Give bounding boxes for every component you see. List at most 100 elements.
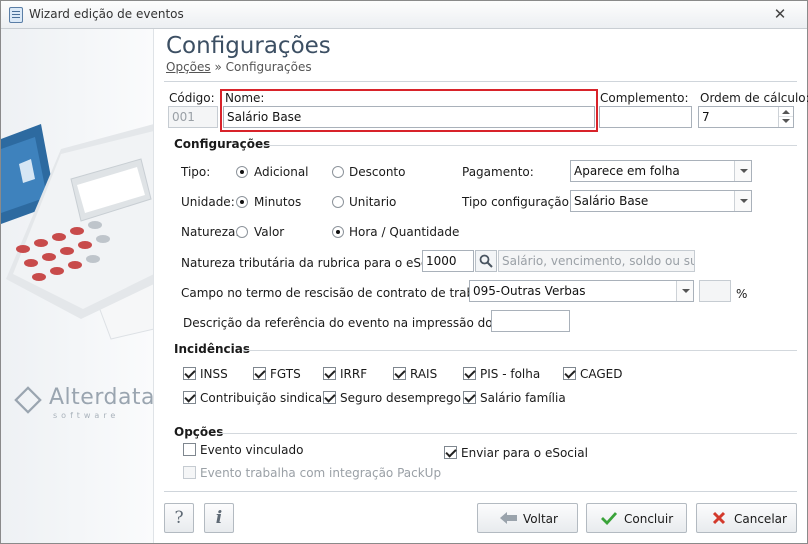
tipo-desconto-label: Desconto (349, 165, 406, 179)
breadcrumb-current: Configurações (225, 60, 312, 74)
spin-down-icon[interactable] (779, 117, 793, 127)
complemento-input[interactable] (599, 106, 692, 128)
salario-familia-label: Salário família (480, 391, 566, 405)
brand-mark-icon (14, 386, 42, 414)
rais-label: RAIS (410, 367, 438, 381)
section-opcoes-line (220, 433, 797, 434)
section-incidencias-line (242, 350, 797, 351)
breadcrumb-link-opcoes[interactable]: Opções (166, 60, 211, 74)
concluir-button[interactable]: Concluir (586, 503, 687, 533)
tipo-desconto-radio[interactable] (332, 166, 344, 178)
tipo-config-value: Salário Base (574, 194, 649, 208)
main-content: Configurações Opções » Configurações Cód… (154, 29, 808, 543)
tipo-adicional-radio[interactable] (236, 166, 248, 178)
caged-label: CAGED (580, 367, 623, 381)
chevron-down-icon[interactable] (676, 281, 693, 301)
caged-checkbox[interactable] (563, 367, 576, 380)
packup-label: Evento trabalha com integração PackUp (200, 466, 442, 480)
pagamento-select[interactable]: Aparece em folha (570, 160, 752, 182)
footer-divider (164, 491, 797, 492)
page-title: Configurações (166, 33, 331, 59)
info-button[interactable]: i (204, 503, 234, 533)
tipo-label: Tipo: (181, 165, 211, 179)
unidade-unitario-radio[interactable] (332, 196, 344, 208)
section-opcoes: Opções (174, 425, 224, 439)
evento-vinculado-checkbox[interactable] (183, 443, 196, 456)
pis-folha-label: PIS - folha (480, 367, 541, 381)
section-incidencias: Incidências (174, 342, 250, 356)
tipo-config-select[interactable]: Salário Base (570, 190, 752, 212)
brand-subtitle: software (53, 411, 120, 420)
descricao-trct-input[interactable] (491, 310, 570, 332)
wizard-window: Wizard edição de eventos ✕ Alterdata sof… (0, 0, 808, 544)
campo-rescisao-percent-field (699, 280, 731, 302)
natureza-valor-radio[interactable] (236, 226, 248, 238)
enviar-esocial-checkbox[interactable] (444, 446, 457, 459)
percent-sign: % (736, 287, 748, 301)
natureza-valor-label: Valor (254, 225, 285, 239)
spin-up-icon[interactable] (779, 107, 793, 117)
cancel-x-icon (712, 511, 726, 525)
codigo-label: Código: (169, 91, 215, 105)
breadcrumb-separator: » (214, 60, 222, 74)
irrf-checkbox[interactable] (323, 367, 336, 380)
search-button[interactable] (475, 250, 497, 272)
packup-checkbox (183, 466, 196, 479)
fgts-checkbox[interactable] (253, 367, 266, 380)
irrf-label: IRRF (340, 367, 368, 381)
complemento-label: Complemento: (600, 91, 689, 105)
arrow-left-icon (500, 512, 517, 524)
inss-checkbox[interactable] (183, 367, 196, 380)
natureza-trib-label: Natureza tributária da rubrica para o eS… (181, 256, 454, 270)
ordem-value: 7 (702, 110, 710, 124)
rais-checkbox[interactable] (393, 367, 406, 380)
tipo-adicional-label: Adicional (254, 165, 309, 179)
contribuicao-sindical-checkbox[interactable] (183, 391, 196, 404)
tipo-config-label: Tipo configuração: (462, 195, 574, 209)
side-illustration-panel: Alterdata software (1, 29, 154, 543)
natureza-hora-radio[interactable] (332, 226, 344, 238)
unidade-minutos-label: Minutos (254, 195, 302, 209)
inss-label: INSS (200, 367, 228, 381)
concluir-label: Concluir (624, 512, 674, 526)
contribuicao-sindical-label: Contribuição sindical (200, 391, 326, 405)
voltar-label: Voltar (523, 512, 558, 526)
seguro-desemprego-checkbox[interactable] (323, 391, 336, 404)
pagamento-value: Aparece em folha (574, 164, 680, 178)
checkmark-icon (601, 512, 617, 525)
descricao-trct-label: Descrição da referência do evento na imp… (183, 316, 530, 330)
voltar-button[interactable]: Voltar (477, 503, 578, 533)
alterdata-logo: Alterdata software (13, 385, 153, 421)
unidade-minutos-radio[interactable] (236, 196, 248, 208)
campo-rescisao-select[interactable]: 095-Outras Verbas (469, 280, 694, 302)
natureza-hora-label: Hora / Quantidade (349, 225, 460, 239)
unidade-label: Unidade: (181, 195, 235, 209)
chevron-down-icon[interactable] (734, 191, 751, 211)
unidade-unitario-label: Unitario (349, 195, 397, 209)
section-configuracoes: Configurações (174, 137, 271, 151)
cancelar-button[interactable]: Cancelar (696, 503, 797, 533)
chevron-down-icon[interactable] (734, 161, 751, 181)
pis-folha-checkbox[interactable] (463, 367, 476, 380)
calculator-illustration (1, 124, 153, 340)
header-divider (164, 81, 797, 82)
ordem-label: Ordem de cálculo: (700, 91, 808, 105)
info-icon: i (215, 508, 223, 528)
salario-familia-checkbox[interactable] (463, 391, 476, 404)
natureza-trib-desc-field: Salário, vencimento, soldo ou subsídio (498, 250, 695, 272)
pagamento-label: Pagamento: (462, 165, 534, 179)
fgts-label: FGTS (270, 367, 301, 381)
search-icon (479, 254, 493, 268)
natureza-label: Natureza: (181, 225, 240, 239)
natureza-trib-code-input[interactable]: 1000 (422, 250, 474, 272)
enviar-esocial-label: Enviar para o eSocial (461, 446, 588, 460)
ordem-spinner[interactable]: 7 (698, 106, 794, 128)
close-icon[interactable]: ✕ (771, 5, 789, 23)
help-button[interactable]: ? (164, 503, 194, 533)
cancelar-label: Cancelar (734, 512, 787, 526)
ordem-spin-buttons[interactable] (778, 107, 793, 127)
campo-rescisao-value: 095-Outras Verbas (473, 284, 586, 298)
breadcrumb: Opções » Configurações (166, 60, 312, 74)
nome-highlight-box (220, 89, 598, 132)
window-icon (9, 7, 23, 23)
